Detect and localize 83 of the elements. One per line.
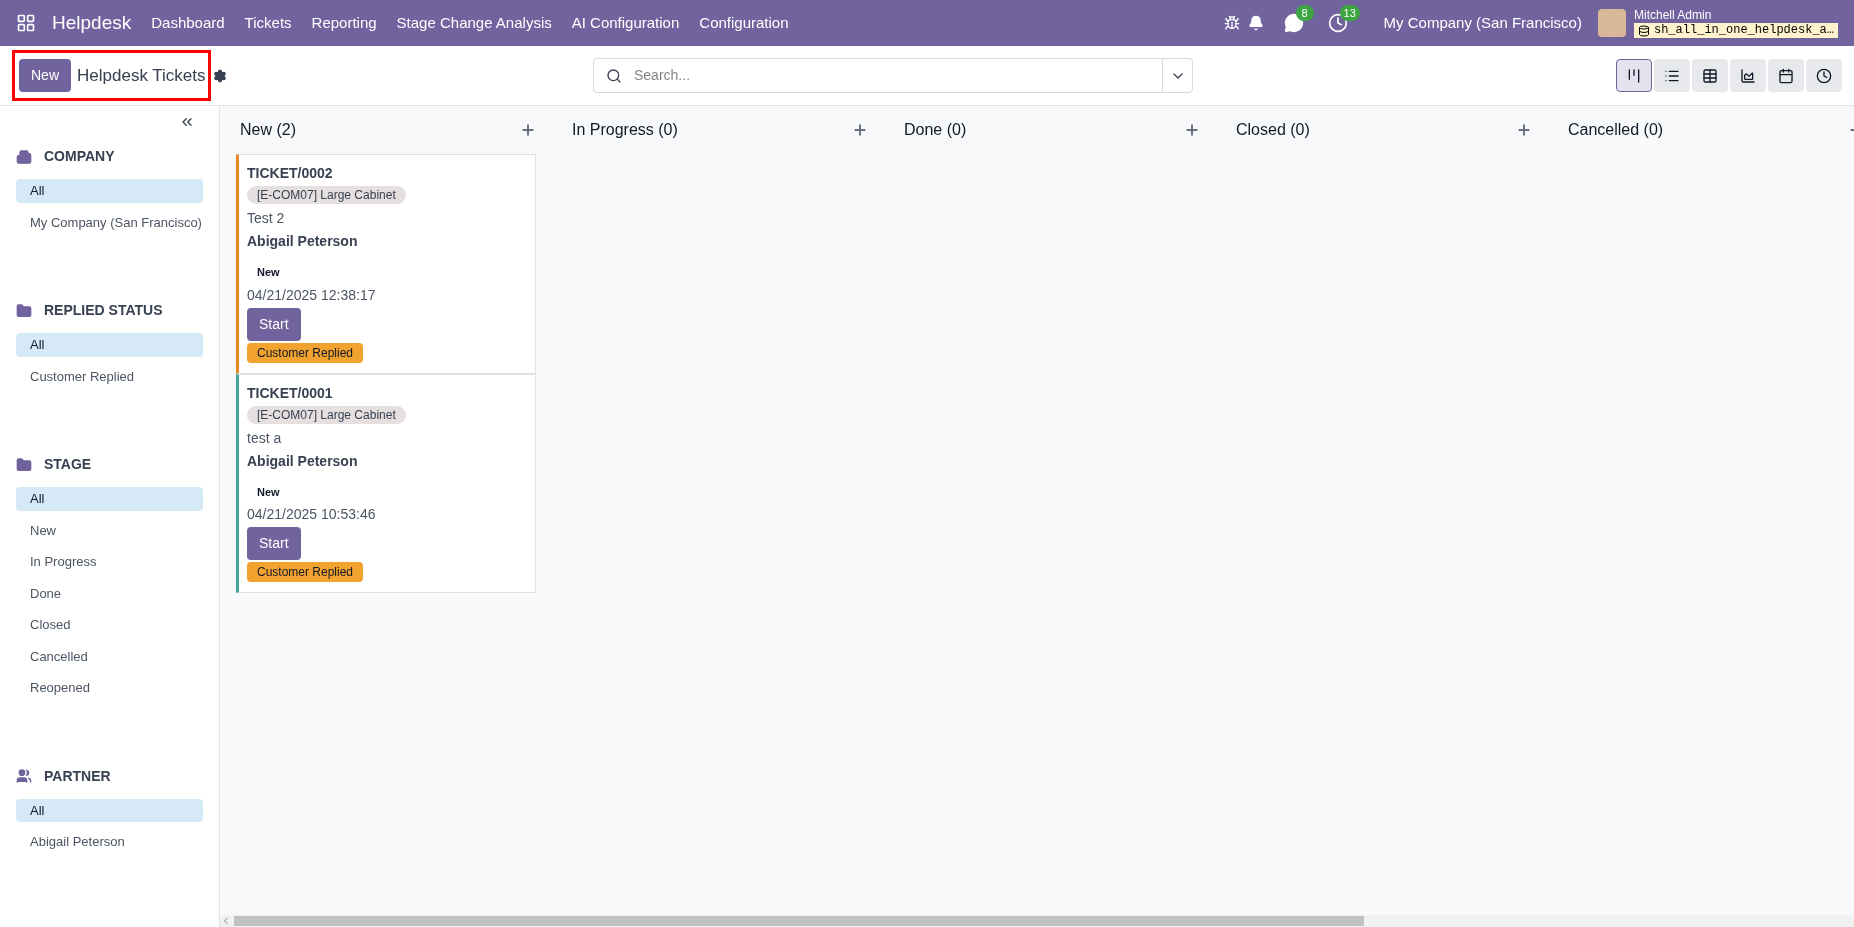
section-title: COMPANY [44,147,115,166]
filter-item[interactable]: All [16,333,203,357]
ticket-description: test a [247,428,282,448]
stage-label: New [257,265,280,280]
count-badge: 8 [1295,5,1314,21]
stage-label: New [257,484,280,500]
section-title: REPLIED STATUS [44,301,163,320]
filter-item[interactable]: All [16,487,203,511]
search-icon [606,67,622,84]
menu-item[interactable]: Tickets [244,11,292,35]
count-badge: 13 [1339,5,1360,21]
new-button[interactable]: New [19,59,71,92]
graph-view-icon [1740,67,1756,84]
filter-item[interactable]: Closed [16,613,203,637]
ticket-card[interactable]: TICKET/0001 [E-COM07] Large Cabinet test a Abigail Peterson New 04/21/2025 10:53:46 Start Customer Replied [236,373,536,593]
column-title: New (2) [240,120,296,140]
kanban-view-icon [1626,67,1642,84]
pivot-view-icon [1702,67,1718,84]
product-tag: [E-COM07] Large Cabinet [247,186,406,204]
folder-icon [16,302,32,319]
apps-menu-icon[interactable] [16,13,36,33]
column-title: Cancelled (0) [1568,120,1664,140]
start-button[interactable]: Start [247,527,301,560]
product-tag: [E-COM07] Large Cabinet [247,405,406,424]
menu-item[interactable]: Dashboard [151,11,225,35]
view-switch-button[interactable] [1806,59,1842,92]
filter-item[interactable]: My Company (San Francisco) [16,210,203,234]
filter-item[interactable]: Cancelled [16,644,203,668]
filter-item[interactable]: Reopened [16,676,203,700]
section-title: STAGE [44,455,92,474]
ticket-number: TICKET/0002 [247,164,333,183]
database-icon [1637,24,1650,37]
view-switch-button[interactable] [1730,59,1766,92]
database-label: sh_all_in_one_helpdesk_a… [1633,23,1838,38]
status-badge: Customer Replied [247,342,364,363]
filter-item[interactable]: All [16,798,203,822]
horizontal-scrollbar[interactable] [220,915,1854,927]
people-icon [16,768,32,784]
filter-item[interactable]: Abigail Peterson [16,830,203,854]
status-badge: Customer Replied [247,562,364,582]
add-icon[interactable] [852,122,868,138]
ticket-description: Test 2 [247,209,285,228]
filter-item[interactable]: In Progress [16,550,203,574]
menu-item[interactable]: Stage Change Analysis [396,11,552,35]
customer-name: Abigail Peterson [247,232,358,251]
add-icon[interactable] [520,122,536,138]
user-name: Mitchell Admin [1633,8,1713,23]
page-title: Helpdesk Tickets [77,64,206,87]
view-switch-button[interactable] [1616,59,1652,92]
ticket-date: 04/21/2025 10:53:46 [247,505,376,524]
settings-icon[interactable] [213,68,227,83]
ticket-card[interactable]: TICKET/0002 [E-COM07] Large Cabinet Test 2 Abigail Peterson New 04/21/2025 12:38:17 Start Customer Replied [236,154,536,374]
bug-icon[interactable] [1223,15,1240,31]
app-name[interactable]: Helpdesk [52,8,132,38]
search-input[interactable]: Search... [634,65,1162,86]
filter-item[interactable]: New [16,518,203,542]
filter-item[interactable]: Done [16,581,203,605]
column-title: Done (0) [904,120,967,140]
column-title: Closed (0) [1236,120,1310,140]
clock-icon [1816,67,1832,84]
view-switch-button[interactable] [1768,59,1804,92]
menu-item[interactable]: AI Configuration [571,11,680,35]
menu-item[interactable]: Configuration [699,11,789,35]
view-switch-button[interactable] [1692,59,1728,92]
search-field[interactable]: Search... [593,58,1193,93]
calendar-view-icon [1778,67,1794,84]
view-switch-button[interactable] [1654,59,1690,92]
section-title: PARTNER [44,766,111,786]
add-icon[interactable] [1516,122,1532,138]
bell-icon[interactable] [1247,15,1264,31]
start-button[interactable]: Start [247,307,301,341]
folder-icon [16,456,32,473]
ticket-number: TICKET/0001 [247,383,333,403]
avatar[interactable] [1597,9,1626,37]
column-title: In Progress (0) [572,120,678,140]
filter-item[interactable]: All [16,179,203,203]
menu-item[interactable]: Reporting [311,11,377,35]
add-icon[interactable] [1184,122,1200,138]
chat-icon[interactable] [1283,13,1304,33]
customer-name: Abigail Peterson [247,451,358,471]
company-switcher[interactable]: My Company (San Francisco) [1383,11,1582,35]
filter-item[interactable]: Customer Replied [16,364,203,388]
ticket-date: 04/21/2025 12:38:17 [247,285,376,305]
